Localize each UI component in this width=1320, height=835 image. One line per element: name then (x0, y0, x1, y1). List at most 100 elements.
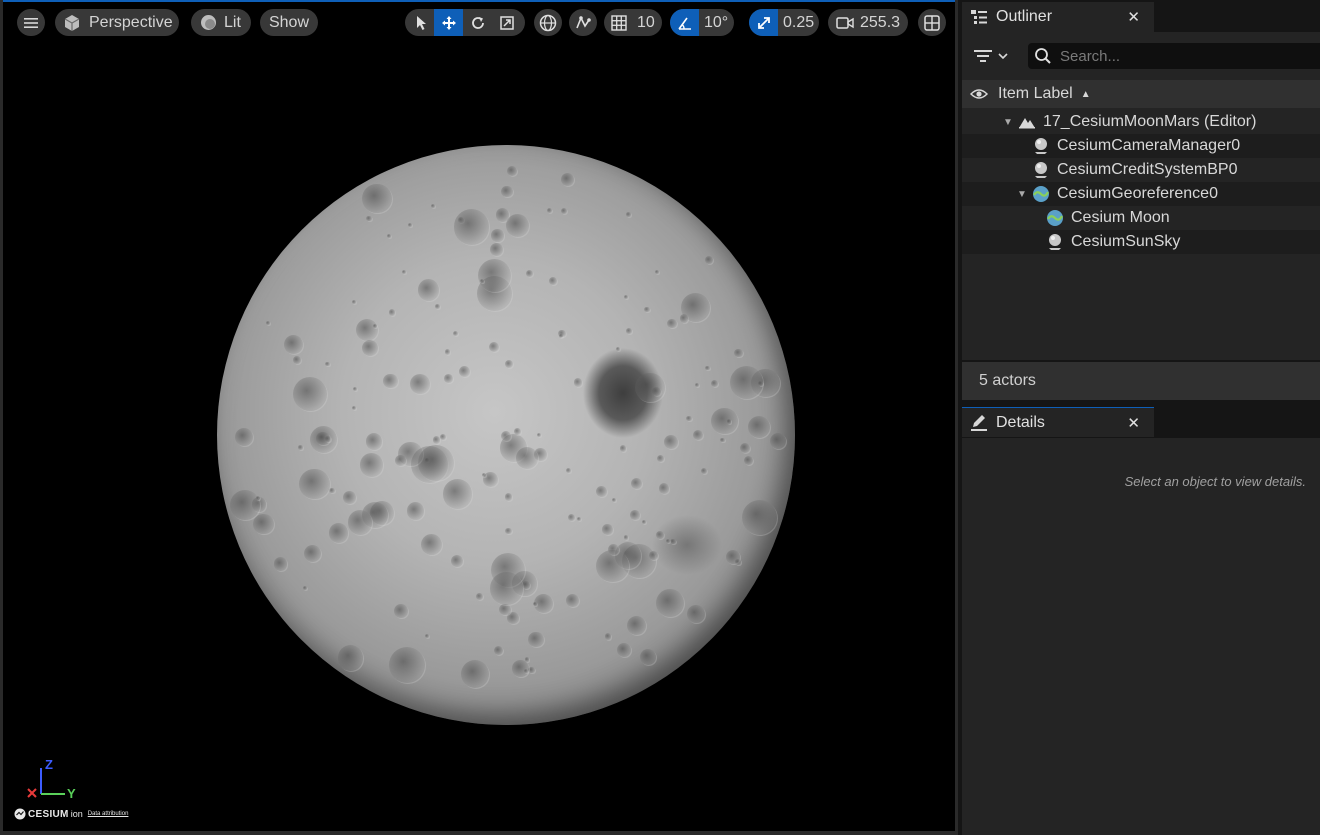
sort-ascending-icon[interactable]: ▲ (1081, 89, 1091, 100)
moon-crater (445, 349, 451, 355)
moon-crater (640, 649, 657, 666)
tree-row-actor[interactable]: CesiumCameraManager0 (962, 134, 1320, 158)
y-axis-label: Y (67, 786, 76, 801)
level-icon (1017, 112, 1037, 132)
moon-crater (630, 510, 640, 520)
scale-snap-toggle[interactable] (749, 9, 778, 36)
tab-details[interactable]: Details ✕ (962, 407, 1154, 437)
moon-crater (229, 489, 260, 520)
moon-crater (292, 355, 302, 364)
moon-crater (453, 209, 490, 245)
moon-crater (440, 434, 447, 441)
item-label-column[interactable]: Item Label (998, 85, 1073, 103)
outliner-panel: Item Label ▲ ▼ 17_CesiumMoonMars (Editor… (962, 32, 1320, 360)
moon-crater (388, 309, 395, 316)
scale-snap-value[interactable]: 0.25 (783, 14, 814, 32)
moon-crater (623, 535, 628, 540)
moon-crater (458, 365, 470, 378)
tree-row-actor[interactable]: CesiumSunSky (962, 230, 1320, 254)
moon-crater (283, 335, 303, 355)
coordinate-space-button[interactable] (534, 9, 562, 36)
moon-crater (681, 293, 711, 323)
expand-arrow-icon[interactable]: ▼ (1002, 117, 1014, 128)
moon-crater (642, 519, 647, 524)
grid-snap-button[interactable]: 10 (604, 9, 662, 36)
details-empty-hint: Select an object to view details. (1124, 474, 1306, 489)
tree-row-label: CesiumCameraManager0 (1057, 137, 1241, 154)
translate-tool-button[interactable] (434, 9, 463, 36)
moon-crater (528, 666, 535, 674)
moon-crater (692, 430, 703, 441)
tree-row-level[interactable]: ▼ 17_CesiumMoonMars (Editor) (962, 110, 1320, 134)
moon-crater (534, 593, 553, 613)
moon-crater (500, 431, 511, 442)
rotation-snap-toggle[interactable] (670, 9, 699, 36)
moon-crater (253, 513, 274, 535)
tab-outliner[interactable]: Outliner ✕ (962, 2, 1154, 32)
moon-crater (626, 328, 633, 334)
tree-row-tileset[interactable]: Cesium Moon (962, 206, 1320, 230)
moon-crater (656, 531, 665, 540)
rotation-snap-group: 10° (670, 9, 734, 36)
moon-crater (513, 428, 521, 435)
tree-row-actor[interactable]: CesiumCreditSystemBP0 (962, 158, 1320, 182)
globe-outline-icon (539, 14, 557, 31)
search-box[interactable] (1028, 43, 1320, 69)
moon-globe[interactable] (217, 145, 795, 725)
close-icon[interactable]: ✕ (1127, 414, 1140, 432)
moon-crater (617, 643, 632, 657)
moon-crater (366, 215, 372, 221)
moon-crater (328, 523, 349, 543)
chevron-down-icon (998, 53, 1008, 60)
moon-crater (491, 229, 504, 242)
view-mode-button[interactable]: Perspective (55, 9, 179, 36)
filter-button[interactable] (974, 46, 1014, 66)
expand-arrow-icon[interactable]: ▼ (1016, 189, 1028, 200)
surface-snapping-button[interactable] (569, 9, 597, 36)
moon-crater (489, 242, 503, 257)
camera-speed-button[interactable]: 255.3 (828, 9, 908, 36)
moon-crater (507, 165, 518, 176)
moon-crater (655, 269, 660, 274)
moon-crater (329, 487, 336, 494)
details-pencil-icon (971, 414, 987, 431)
moon-crater (573, 378, 583, 388)
rotation-snap-value[interactable]: 10° (704, 14, 728, 32)
moon-crater (670, 538, 676, 545)
moon-crater (667, 319, 677, 329)
search-input[interactable] (1060, 47, 1300, 65)
viewport-layout-button[interactable] (918, 9, 946, 36)
moon-crater (733, 348, 743, 358)
cesium-logo-icon (14, 808, 26, 820)
cursor-icon (416, 15, 426, 30)
lighting-mode-button[interactable]: Lit (191, 9, 251, 36)
moon-crater (394, 604, 408, 619)
moon-crater (337, 645, 364, 671)
select-tool-button[interactable] (405, 9, 434, 36)
moon-crater (616, 347, 621, 352)
level-viewport[interactable]: Perspective Lit Show 10 10° 0.25 255.3 Z… (0, 0, 958, 835)
cube-icon (64, 14, 80, 31)
eye-icon[interactable] (970, 88, 988, 100)
grid-icon (611, 14, 627, 31)
viewport-menu-button[interactable] (17, 9, 45, 36)
outliner-column-header[interactable]: Item Label ▲ (962, 80, 1320, 108)
rotate-tool-button[interactable] (463, 9, 492, 36)
moon-crater (748, 415, 771, 438)
close-icon[interactable]: ✕ (1127, 8, 1140, 26)
moon-crater (234, 427, 254, 447)
moon-crater (407, 222, 412, 227)
moon-crater (604, 633, 612, 640)
data-attribution-link[interactable]: Data attribution (88, 811, 129, 817)
moon-crater (710, 380, 718, 388)
z-axis-label: Z (45, 757, 53, 772)
tree-row-georeference[interactable]: ▼ CesiumGeoreference0 (962, 182, 1320, 206)
moon-crater (442, 479, 473, 509)
moon-crater (352, 386, 358, 392)
moon-crater (507, 612, 519, 624)
moon-crater (528, 631, 544, 648)
show-flags-button[interactable]: Show (260, 9, 318, 36)
scale-icon (499, 15, 514, 30)
moon-crater (521, 580, 531, 589)
scale-tool-button[interactable] (492, 9, 521, 36)
